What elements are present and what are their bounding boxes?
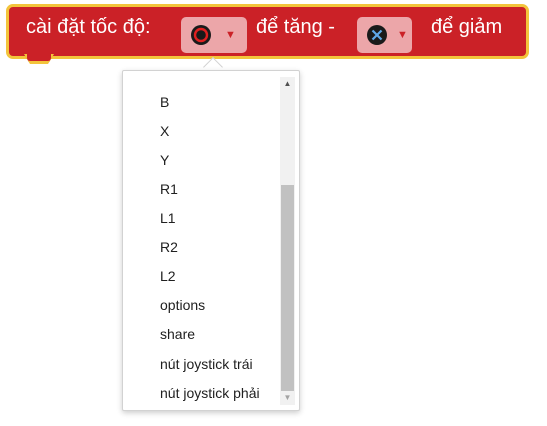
- menu-item[interactable]: nút joystick trái: [160, 355, 253, 373]
- menu-item[interactable]: B: [160, 93, 169, 111]
- decrease-button-dropdown[interactable]: ▼: [357, 17, 412, 53]
- menu-item[interactable]: nút joystick phải: [160, 384, 260, 402]
- block-label-decrease: để giảm: [431, 16, 503, 38]
- dropdown-menu[interactable]: B X Y R1 L1 R2 L2 options share nút joys…: [122, 70, 300, 411]
- block-label-increase: để tăng -: [256, 16, 335, 38]
- menu-item[interactable]: options: [160, 296, 205, 314]
- menu-item[interactable]: share: [160, 325, 195, 343]
- menu-item[interactable]: R2: [160, 238, 178, 256]
- block-notch: [24, 54, 54, 64]
- menu-item[interactable]: R1: [160, 180, 178, 198]
- menu-item[interactable]: L2: [160, 267, 176, 285]
- cross-button-icon: [367, 25, 387, 45]
- menu-item[interactable]: Y: [160, 151, 169, 169]
- circle-button-icon: [191, 25, 211, 45]
- dropdown-scrollbar[interactable]: ▲ ▼: [280, 77, 295, 405]
- menu-item[interactable]: X: [160, 122, 169, 140]
- chevron-down-icon: ▼: [225, 29, 236, 41]
- scrollbar-thumb[interactable]: [281, 185, 294, 391]
- scroll-up-arrow-icon[interactable]: ▲: [280, 77, 295, 91]
- menu-item[interactable]: L1: [160, 209, 176, 227]
- chevron-down-icon: ▼: [397, 29, 408, 41]
- increase-button-dropdown[interactable]: ▼: [181, 17, 247, 53]
- block-label-prefix: cài đặt tốc độ:: [26, 16, 151, 38]
- scroll-down-arrow-icon[interactable]: ▼: [280, 391, 295, 405]
